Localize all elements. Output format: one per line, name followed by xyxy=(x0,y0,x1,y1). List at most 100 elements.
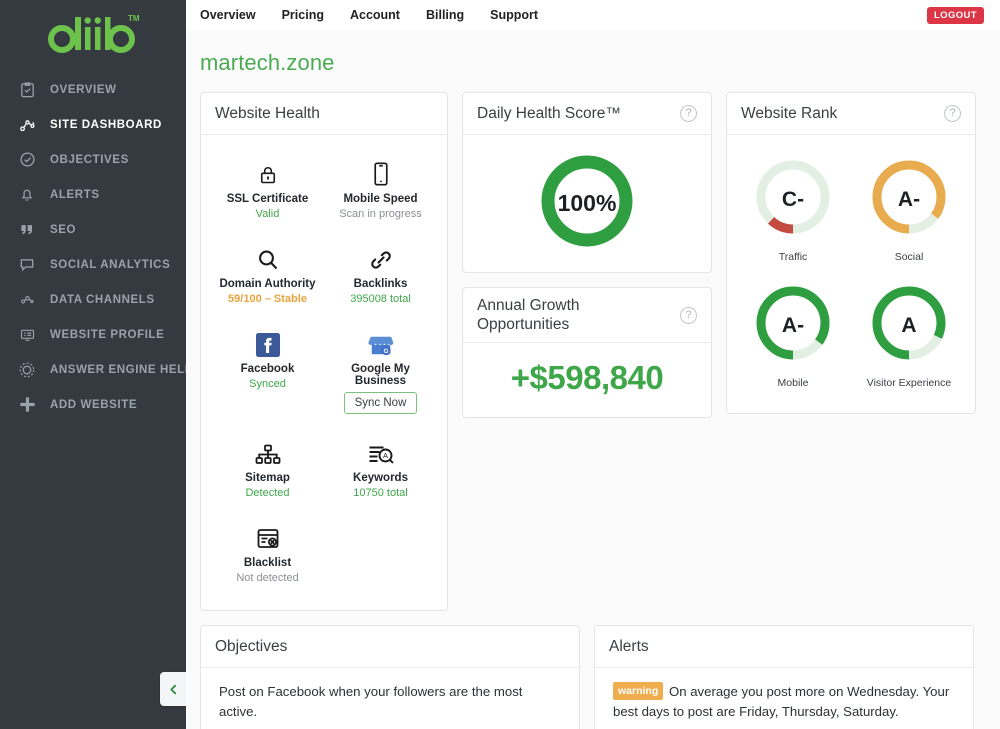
health-metric-value: 395008 total xyxy=(350,293,411,305)
health-metric: Domain Authority 59/100 – Stable xyxy=(211,232,324,317)
bottom-card-row: Objectives Post on Facebook when your fo… xyxy=(200,625,986,729)
sidebar-item-answer-engine-help[interactable]: ANSWER ENGINE HELP xyxy=(0,352,186,387)
sidebar-item-label: SOCIAL ANALYTICS xyxy=(50,258,171,271)
health-metric: Blacklist Not detected xyxy=(211,511,324,596)
check-circle-icon xyxy=(14,149,40,171)
card-title: Objectives xyxy=(215,637,288,655)
question-mark-icon[interactable]: ? xyxy=(680,105,697,122)
rank-gauge: C- Traffic xyxy=(735,145,851,271)
health-metric-value: Detected xyxy=(245,487,290,499)
health-metric-value: 10750 total xyxy=(353,487,408,499)
health-score-donut: 100% xyxy=(535,149,639,258)
sidebar-item-alerts[interactable]: ALERTS xyxy=(0,177,186,212)
health-metric-label: SSL Certificate xyxy=(226,193,309,205)
sidebar-item-label: SITE DASHBOARD xyxy=(50,118,162,131)
card-title: Daily Health Score™ xyxy=(477,104,621,122)
sidebar-item-site-dashboard[interactable]: SITE DASHBOARD xyxy=(0,107,186,142)
sidebar-item-overview[interactable]: OVERVIEW xyxy=(0,72,186,107)
card-title: Alerts xyxy=(609,637,649,655)
sidebar-nav: OVERVIEW SITE DASHBOARD OBJECTIVES ALERT… xyxy=(0,72,186,422)
feed-item-text: warning On average you post more on Wedn… xyxy=(613,682,957,723)
keywords-icon: A xyxy=(368,436,394,466)
rank-gauge-grade: A xyxy=(901,313,917,337)
health-metric-label: Backlinks xyxy=(353,278,408,290)
rank-gauge-donut: A xyxy=(867,281,951,370)
quote-icon xyxy=(14,219,40,241)
sidebar-item-label: ALERTS xyxy=(50,188,100,201)
health-metric: Facebook Synced xyxy=(211,317,324,426)
logout-button[interactable]: LOGOUT xyxy=(926,6,984,24)
question-mark-icon[interactable]: ? xyxy=(944,105,961,122)
top-card-row: Website Health SSL Certificate Valid Mobil… xyxy=(200,92,986,611)
svg-text:A: A xyxy=(382,451,387,460)
rank-gauge-label: Mobile xyxy=(777,377,809,389)
sidebar-item-data-channels[interactable]: DATA CHANNELS xyxy=(0,282,186,317)
rank-gauge: A- Social xyxy=(851,145,967,271)
status-badge: warning xyxy=(613,682,664,701)
objective-item: Post on Facebook when your followers are… xyxy=(201,668,579,729)
annual-growth-body: +$598,840 xyxy=(463,343,711,417)
website-rank-grid: C- Traffic A- Social A- Mobile A Visitor Experi… xyxy=(727,135,975,413)
rank-gauge-donut: A- xyxy=(867,155,951,244)
health-metric-label: Domain Authority xyxy=(219,278,316,290)
topnav-link-support[interactable]: Support xyxy=(490,8,538,22)
sidebar-item-website-profile[interactable]: WEBSITE PROFILE xyxy=(0,317,186,352)
sidebar-item-label: ADD WEBSITE xyxy=(50,398,138,411)
topnav-link-billing[interactable]: Billing xyxy=(426,8,464,22)
daily-health-score-header: Daily Health Score™ ? xyxy=(463,93,711,135)
sitemap-icon xyxy=(255,436,281,466)
rank-gauge-grade: A- xyxy=(781,313,805,337)
health-metric-label: Keywords xyxy=(353,472,408,484)
network-nodes-icon xyxy=(14,114,40,136)
topnav-link-account[interactable]: Account xyxy=(350,8,400,22)
sidebar-item-social-analytics[interactable]: SOCIAL ANALYTICS xyxy=(0,247,186,282)
sync-now-button[interactable]: Sync Now xyxy=(343,392,418,414)
rank-gauge-grade: A- xyxy=(897,187,921,211)
topnav-link-pricing[interactable]: Pricing xyxy=(282,8,324,22)
share-nodes-icon xyxy=(14,289,40,311)
bell-icon xyxy=(14,184,40,206)
health-metric-label: Google My Business xyxy=(351,363,410,387)
health-metric: A Keywords 10750 total xyxy=(324,426,437,511)
alert-item: warning On average you post more on Wedn… xyxy=(595,668,973,729)
health-metric-value: Scan in progress xyxy=(339,208,422,220)
sidebar-item-label: WEBSITE PROFILE xyxy=(50,328,165,341)
website-health-header: Website Health xyxy=(201,93,447,135)
dotted-circle-icon xyxy=(14,359,40,381)
page-title: martech.zone xyxy=(200,50,335,75)
health-metric: Mobile Speed Scan in progress xyxy=(324,147,437,232)
question-mark-icon[interactable]: ? xyxy=(680,306,697,324)
sidebar-item-label: OVERVIEW xyxy=(50,83,117,96)
website-rank-card: Website Rank ? C- Traffic A- Social A- Mobile… xyxy=(726,92,976,414)
daily-health-score-body: 100% xyxy=(463,135,711,272)
clipboard-check-icon xyxy=(14,79,40,101)
content-scroll-area: martech.zone Website Health SSL Certific… xyxy=(186,30,1000,729)
sidebar-item-label: OBJECTIVES xyxy=(50,153,129,166)
main-area: Overview Pricing Account Billing Support… xyxy=(186,0,1000,729)
sidebar-item-add-website[interactable]: ADD WEBSITE xyxy=(0,387,186,422)
diib-logo[interactable]: TM xyxy=(0,0,186,60)
health-metric: Sitemap Detected xyxy=(211,426,324,511)
rank-gauge-label: Traffic xyxy=(778,251,808,263)
sidebar-collapse-button[interactable] xyxy=(160,672,186,706)
plus-icon xyxy=(14,394,40,416)
magnifier-icon xyxy=(256,242,280,272)
annual-growth-header: Annual Growth Opportunities ? xyxy=(463,288,711,343)
sidebar-item-seo[interactable]: SEO xyxy=(0,212,186,247)
center-column: Daily Health Score™ ? 100% Annual Growth… xyxy=(462,92,712,418)
sidebar-item-objectives[interactable]: OBJECTIVES xyxy=(0,142,186,177)
top-navbar: Overview Pricing Account Billing Support… xyxy=(186,0,1000,30)
speech-bubble-icon xyxy=(14,254,40,276)
monitor-list-icon xyxy=(14,324,40,346)
mobile-phone-icon xyxy=(373,157,389,187)
health-metric: Backlinks 395008 total xyxy=(324,232,437,317)
health-score-value: 100% xyxy=(557,190,617,216)
rank-gauge-donut: C- xyxy=(751,155,835,244)
topnav-link-overview[interactable]: Overview xyxy=(200,8,256,22)
chevron-left-icon xyxy=(167,682,180,697)
google-my-business-icon: G xyxy=(367,327,394,357)
card-title: Website Rank xyxy=(741,104,838,122)
health-metric-value: Synced xyxy=(249,378,286,390)
health-metric: SSL Certificate Valid xyxy=(211,147,324,232)
health-metric-label: Mobile Speed xyxy=(343,193,418,205)
